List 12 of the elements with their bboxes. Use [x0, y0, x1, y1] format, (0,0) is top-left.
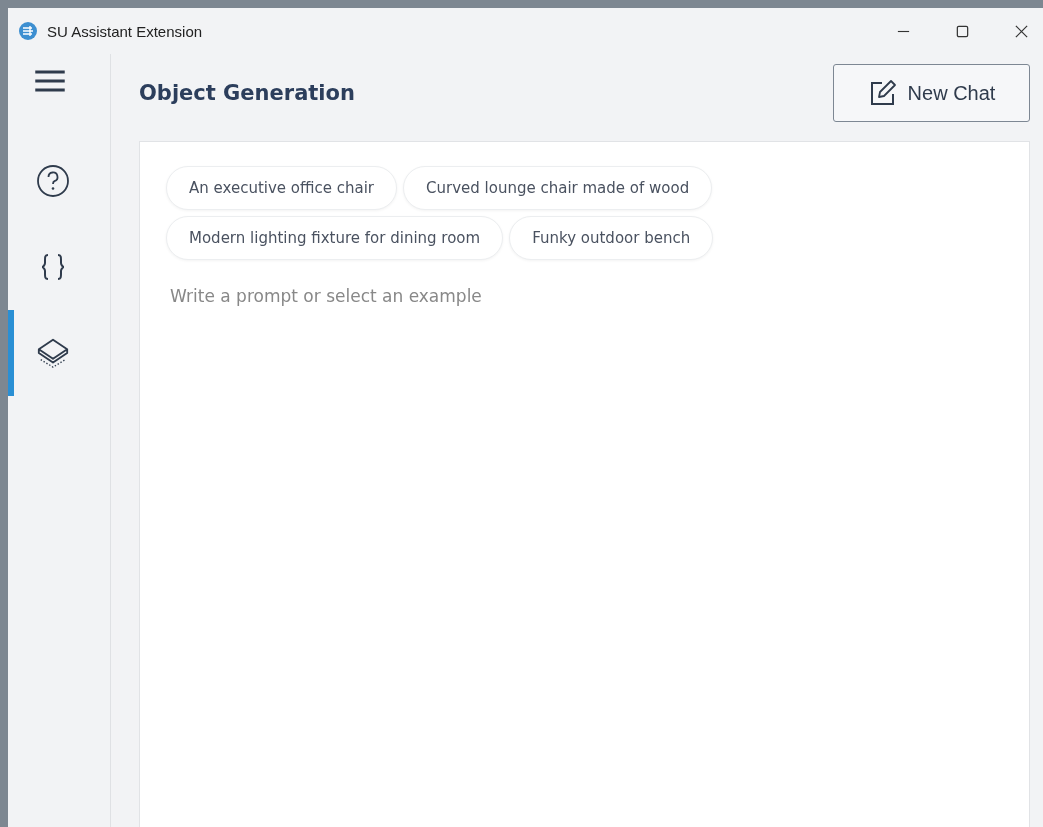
- close-icon[interactable]: [1014, 23, 1029, 39]
- example-chip[interactable]: Modern lighting fixture for dining room: [166, 216, 504, 260]
- maximize-icon[interactable]: [955, 23, 970, 39]
- example-chip[interactable]: An executive office chair: [166, 166, 398, 210]
- help-icon: [36, 164, 70, 198]
- example-chip[interactable]: Funky outdoor bench: [509, 216, 714, 260]
- new-chat-button[interactable]: New Chat: [833, 64, 1030, 122]
- example-chip[interactable]: Curved lounge chair made of wood: [403, 166, 713, 210]
- page-title: Object Generation: [139, 81, 355, 105]
- app-logo-icon: [18, 21, 38, 41]
- window-title: SU Assistant Extension: [47, 22, 203, 40]
- layer-box-icon: [36, 336, 70, 370]
